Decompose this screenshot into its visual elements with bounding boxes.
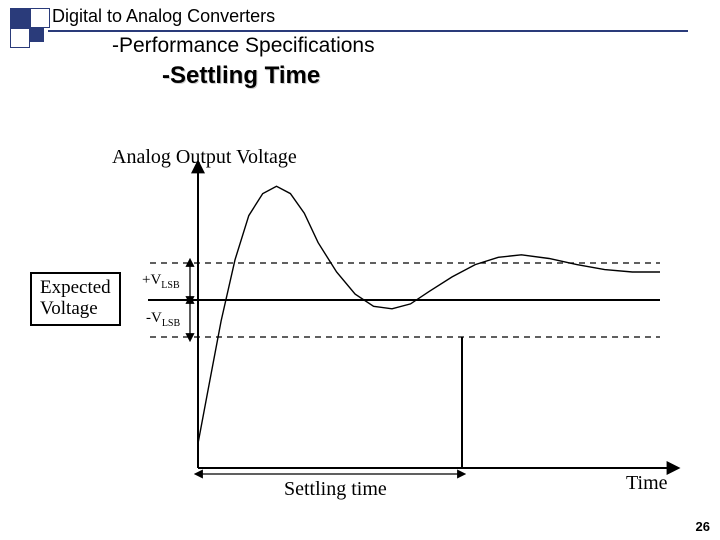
settling-time-chart	[0, 0, 720, 540]
page-number: 26	[696, 519, 710, 534]
expected-voltage-line1: Expected	[40, 278, 111, 299]
x-axis-label: Time	[626, 472, 668, 495]
plus-vlsb-label: +VLSB	[142, 272, 180, 291]
minus-vlsb-label: -VLSB	[146, 310, 180, 329]
expected-voltage-box: Expected Voltage	[30, 272, 121, 326]
expected-voltage-line2: Voltage	[40, 299, 111, 320]
settling-time-label: Settling time	[284, 478, 387, 501]
